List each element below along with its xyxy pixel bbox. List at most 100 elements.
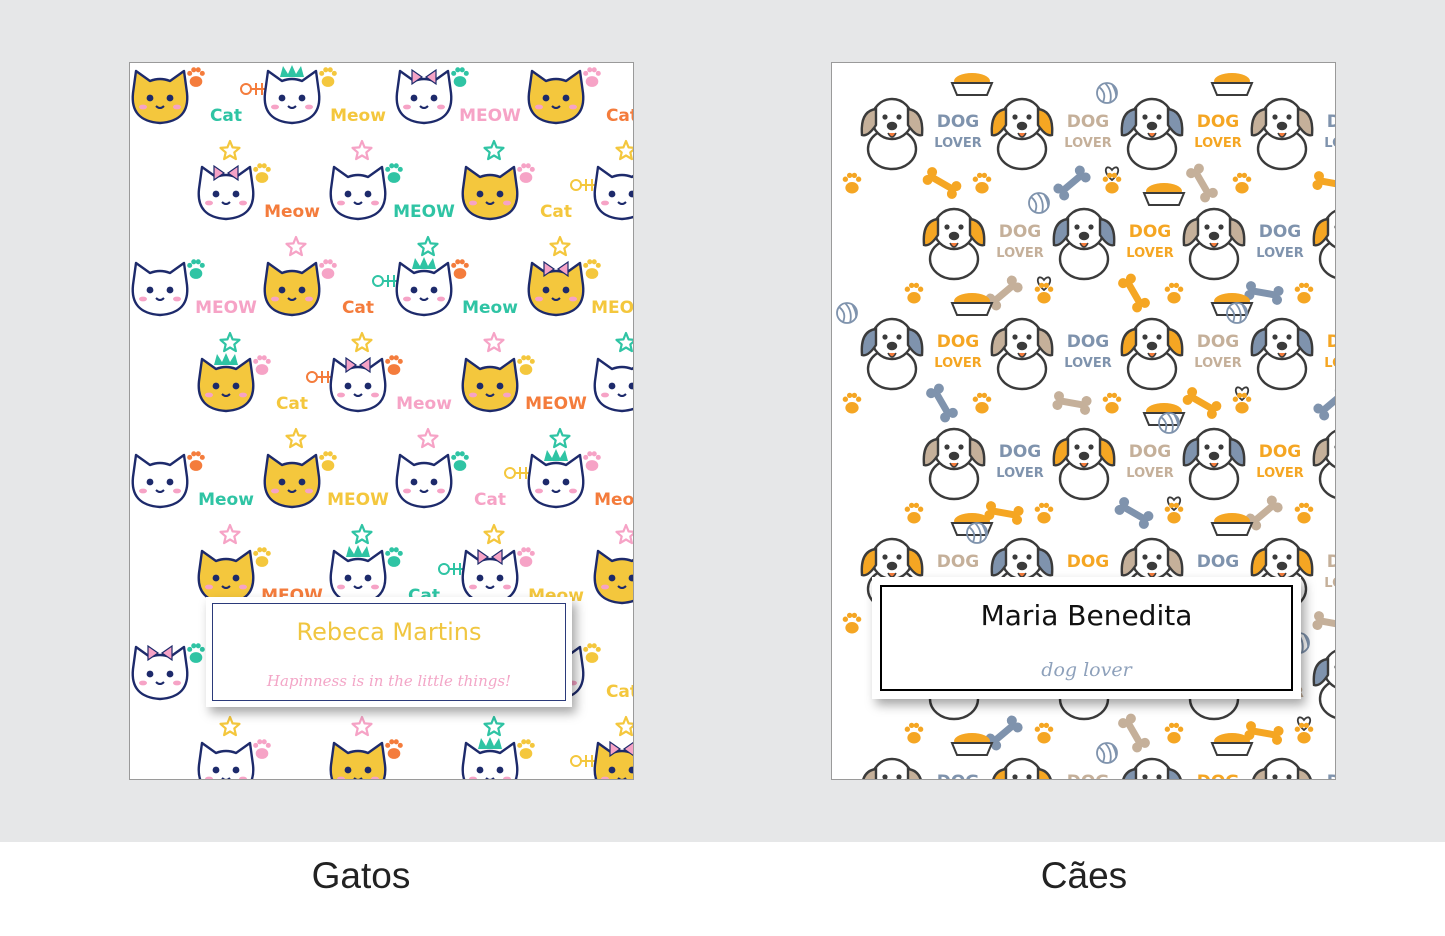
pattern-word: DOG — [937, 332, 980, 352]
dog-icon — [1252, 757, 1312, 779]
paw-icon — [1164, 282, 1184, 304]
cats-notebook-cover[interactable]: Cat Meow MEOW Cat Meow MEOW Cat Meow MEOW Cat Meow… — [129, 62, 634, 780]
dog-icon — [990, 97, 1054, 171]
cat-face-icon — [263, 65, 321, 125]
pattern-word: Cat — [342, 298, 374, 318]
pattern-word: LOVER — [1064, 356, 1111, 371]
cat-face-icon — [329, 545, 387, 605]
cat-face-icon — [131, 69, 189, 125]
paw-icon — [451, 451, 469, 471]
cat-face-icon — [395, 68, 453, 125]
pattern-word: DOG — [1259, 222, 1302, 242]
pattern-word: DOG — [937, 552, 980, 572]
pattern-word: MEOW — [525, 394, 587, 414]
dog-icon — [1182, 427, 1246, 501]
paw-icon — [517, 547, 535, 567]
bone-icon — [1052, 391, 1092, 415]
star-icon — [615, 523, 633, 545]
bone-icon — [1312, 611, 1335, 631]
paw-icon — [451, 67, 469, 87]
yarn-ball-icon — [836, 302, 858, 324]
paw-icon — [319, 259, 337, 279]
cat-face-icon — [395, 257, 453, 317]
pattern-word: DOG — [1067, 772, 1110, 780]
cat-face-icon — [329, 165, 387, 221]
dog-icon — [1250, 97, 1314, 171]
pattern-word: DOG — [1197, 552, 1240, 572]
pattern-word: LOVER — [934, 136, 981, 151]
bone-icon — [926, 383, 958, 423]
pattern-word: Cat — [540, 202, 572, 222]
pattern-word: DOG — [1327, 332, 1336, 352]
paw-icon — [1164, 502, 1184, 524]
pattern-word: LOVER — [1126, 246, 1173, 261]
pattern-word: LOVER — [996, 246, 1043, 261]
caption-dogs: Cães — [1040, 855, 1128, 896]
star-icon — [351, 331, 373, 353]
paw-icon — [1164, 722, 1184, 744]
cat-face-icon — [197, 164, 255, 221]
paw-icon — [451, 259, 469, 279]
cat-face-icon — [461, 357, 519, 413]
paw-icon — [517, 163, 535, 183]
dog-icon — [922, 427, 986, 501]
pattern-word: MEOW — [459, 106, 521, 126]
pattern-word: DOG — [1327, 772, 1336, 780]
bone-icon — [1114, 497, 1154, 529]
pattern-word: Meow — [264, 778, 320, 780]
pattern-word: Cat — [210, 106, 242, 126]
pattern-word: MEOW — [591, 298, 634, 318]
pattern-word: Cat — [606, 682, 634, 702]
pattern-word: LOVER — [1256, 466, 1303, 481]
food-bowl-icon — [950, 733, 994, 756]
bone-icon — [922, 167, 962, 199]
dog-icon — [1312, 649, 1335, 719]
bone-icon — [1118, 273, 1150, 313]
pattern-word: LOVER — [1064, 136, 1111, 151]
pattern-word: DOG — [1327, 552, 1336, 572]
cat-face-icon — [461, 737, 519, 779]
pattern-word: MEOW — [195, 298, 257, 318]
yarn-ball-icon — [1028, 192, 1050, 214]
cat-face-icon — [197, 549, 255, 605]
bone-icon — [1312, 171, 1335, 191]
dog-icon — [1120, 97, 1184, 171]
food-bowl-icon — [1210, 513, 1254, 536]
dog-icon — [1182, 207, 1246, 281]
paw-icon — [842, 612, 862, 634]
pattern-word: DOG — [1197, 112, 1240, 132]
star-icon — [351, 715, 373, 737]
star-icon — [549, 235, 571, 257]
bone-icon — [1313, 385, 1335, 421]
star-icon — [615, 715, 633, 737]
paw-icon — [1034, 722, 1054, 744]
paw-icon — [904, 722, 924, 744]
star-icon — [219, 523, 241, 545]
dogs-notebook-cover[interactable]: DOG LOVER DOG LOVER DOG LOVER DOG LOVER DOG LOVER… — [831, 62, 1336, 780]
cats-label-border: Rebeca Martins Hapinness is in the littl… — [212, 603, 566, 701]
cat-face-icon — [395, 453, 453, 509]
dog-icon — [1122, 757, 1182, 779]
paw-icon — [385, 739, 403, 759]
paw-icon — [253, 355, 271, 375]
paw-icon — [319, 67, 337, 87]
star-icon — [285, 427, 307, 449]
paw-icon — [187, 643, 205, 663]
dog-icon — [860, 97, 924, 171]
paw-icon — [253, 163, 271, 183]
paw-icon — [583, 643, 601, 663]
food-bowl-icon — [950, 73, 994, 96]
star-icon — [483, 715, 505, 737]
pattern-word: LOVER — [934, 356, 981, 371]
paw-icon — [1232, 392, 1252, 414]
dog-icon — [922, 207, 986, 281]
cat-face-icon — [593, 357, 633, 413]
dog-icon — [1120, 317, 1184, 391]
pattern-word: Cat — [474, 490, 506, 510]
paw-icon — [1102, 172, 1122, 194]
paw-icon — [1294, 722, 1314, 744]
cat-face-icon — [197, 741, 255, 779]
paw-icon — [972, 172, 992, 194]
star-icon — [417, 427, 439, 449]
cats-label-name: Rebeca Martins — [296, 618, 482, 646]
